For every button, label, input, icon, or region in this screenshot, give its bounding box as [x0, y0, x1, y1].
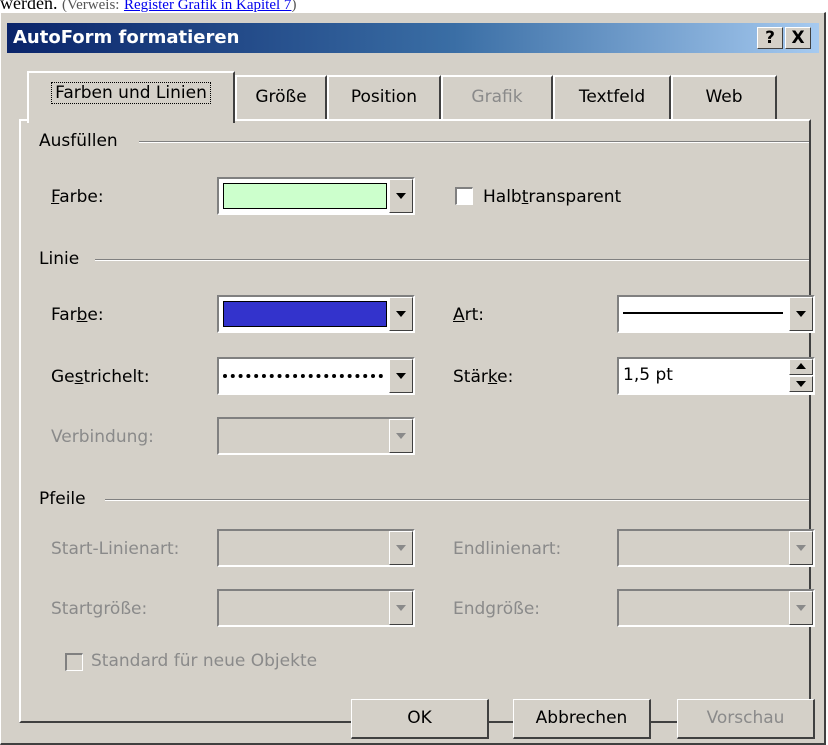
dropdown-button[interactable] [789, 297, 813, 331]
preview-button: Vorschau [677, 699, 815, 739]
tab-textbox[interactable]: Textfeld [553, 75, 671, 119]
dropdown-button[interactable] [389, 297, 413, 331]
dropdown-button [389, 531, 413, 565]
fill-color-swatch [223, 183, 387, 209]
above-word: werden. [0, 0, 58, 12]
chevron-down-icon [796, 545, 806, 551]
line-weight-spinner[interactable]: 1,5 pt [617, 357, 815, 395]
end-style-dropdown [617, 529, 815, 567]
chevron-down-icon [396, 311, 406, 317]
dotted-line-preview [223, 374, 383, 378]
fill-group-label: Ausfüllen [39, 131, 118, 151]
dropdown-button [789, 531, 813, 565]
arrows-group-label: Pfeile [39, 489, 86, 509]
reference-link[interactable]: Register Grafik in Kapitel 7 [124, 0, 291, 12]
default-for-new-objects-label: Standard für neue Objekte [91, 651, 318, 671]
begin-style-label: Start-Linienart: [51, 539, 180, 559]
semitransparent-checkbox[interactable] [455, 187, 473, 205]
spin-down-button[interactable] [789, 376, 813, 392]
tab-colors-and-lines[interactable]: Farben und Linien [27, 71, 235, 123]
fill-color-label: Farbe: [51, 187, 104, 207]
end-size-label: Endgröße: [453, 599, 541, 619]
line-style-dropdown[interactable] [617, 295, 815, 333]
arrow-up-icon [796, 363, 806, 369]
end-size-dropdown [617, 589, 815, 627]
chevron-down-icon [396, 605, 406, 611]
solid-line-preview [623, 312, 783, 314]
chevron-down-icon [396, 193, 406, 199]
dialog-title: AutoForm formatieren [13, 27, 240, 48]
begin-style-dropdown [217, 529, 415, 567]
dropdown-button [389, 591, 413, 625]
line-group-divider [95, 259, 809, 261]
reference-suffix: ) [291, 0, 297, 12]
ok-button[interactable]: OK [351, 699, 489, 739]
chevron-down-icon [796, 311, 806, 317]
default-for-new-objects-checkbox [65, 653, 83, 671]
line-color-label: Farbe: [51, 305, 104, 325]
dropdown-button [389, 419, 413, 453]
title-bar[interactable]: AutoForm formatieren ? X [7, 23, 819, 53]
chevron-down-icon [396, 373, 406, 379]
arrow-down-icon [796, 381, 806, 387]
format-autoshape-dialog: AutoForm formatieren ? X Farben und Lini… [0, 12, 826, 745]
fill-group-divider [139, 141, 809, 143]
line-weight-label: Stärke: [453, 367, 514, 387]
tab-picture: Grafik [441, 75, 553, 119]
chevron-down-icon [396, 433, 406, 439]
close-button[interactable]: X [785, 27, 811, 49]
line-color-dropdown[interactable] [217, 295, 415, 333]
background-document-text: werden. (Verweis: Register Grafik in Kap… [0, 0, 828, 12]
dropdown-button [789, 591, 813, 625]
help-button[interactable]: ? [757, 27, 783, 49]
dashed-label: Gestrichelt: [51, 367, 150, 387]
line-color-swatch [223, 301, 387, 327]
dropdown-button[interactable] [389, 179, 413, 213]
begin-size-dropdown [217, 589, 415, 627]
end-style-label: Endlinienart: [453, 539, 562, 559]
connector-label: Verbindung: [51, 427, 154, 447]
cancel-button[interactable]: Abbrechen [513, 699, 651, 739]
begin-size-label: Startgröße: [51, 599, 148, 619]
tab-web[interactable]: Web [671, 75, 777, 119]
fill-color-dropdown[interactable] [217, 177, 415, 215]
connector-dropdown [217, 417, 415, 455]
dropdown-button[interactable] [389, 359, 413, 393]
spin-up-button[interactable] [789, 359, 813, 375]
dashed-dropdown[interactable] [217, 357, 415, 395]
arrows-group-divider [105, 499, 809, 501]
chevron-down-icon [396, 545, 406, 551]
tab-panel [19, 119, 811, 723]
line-group-label: Linie [39, 249, 80, 269]
tab-position[interactable]: Position [327, 75, 441, 119]
semitransparent-label: Halbtransparent [483, 187, 622, 207]
tab-size[interactable]: Größe [235, 75, 327, 119]
line-weight-value[interactable]: 1,5 pt [623, 365, 673, 385]
reference-prefix: (Verweis: [61, 0, 120, 12]
chevron-down-icon [796, 605, 806, 611]
line-style-label: Art: [453, 305, 485, 325]
